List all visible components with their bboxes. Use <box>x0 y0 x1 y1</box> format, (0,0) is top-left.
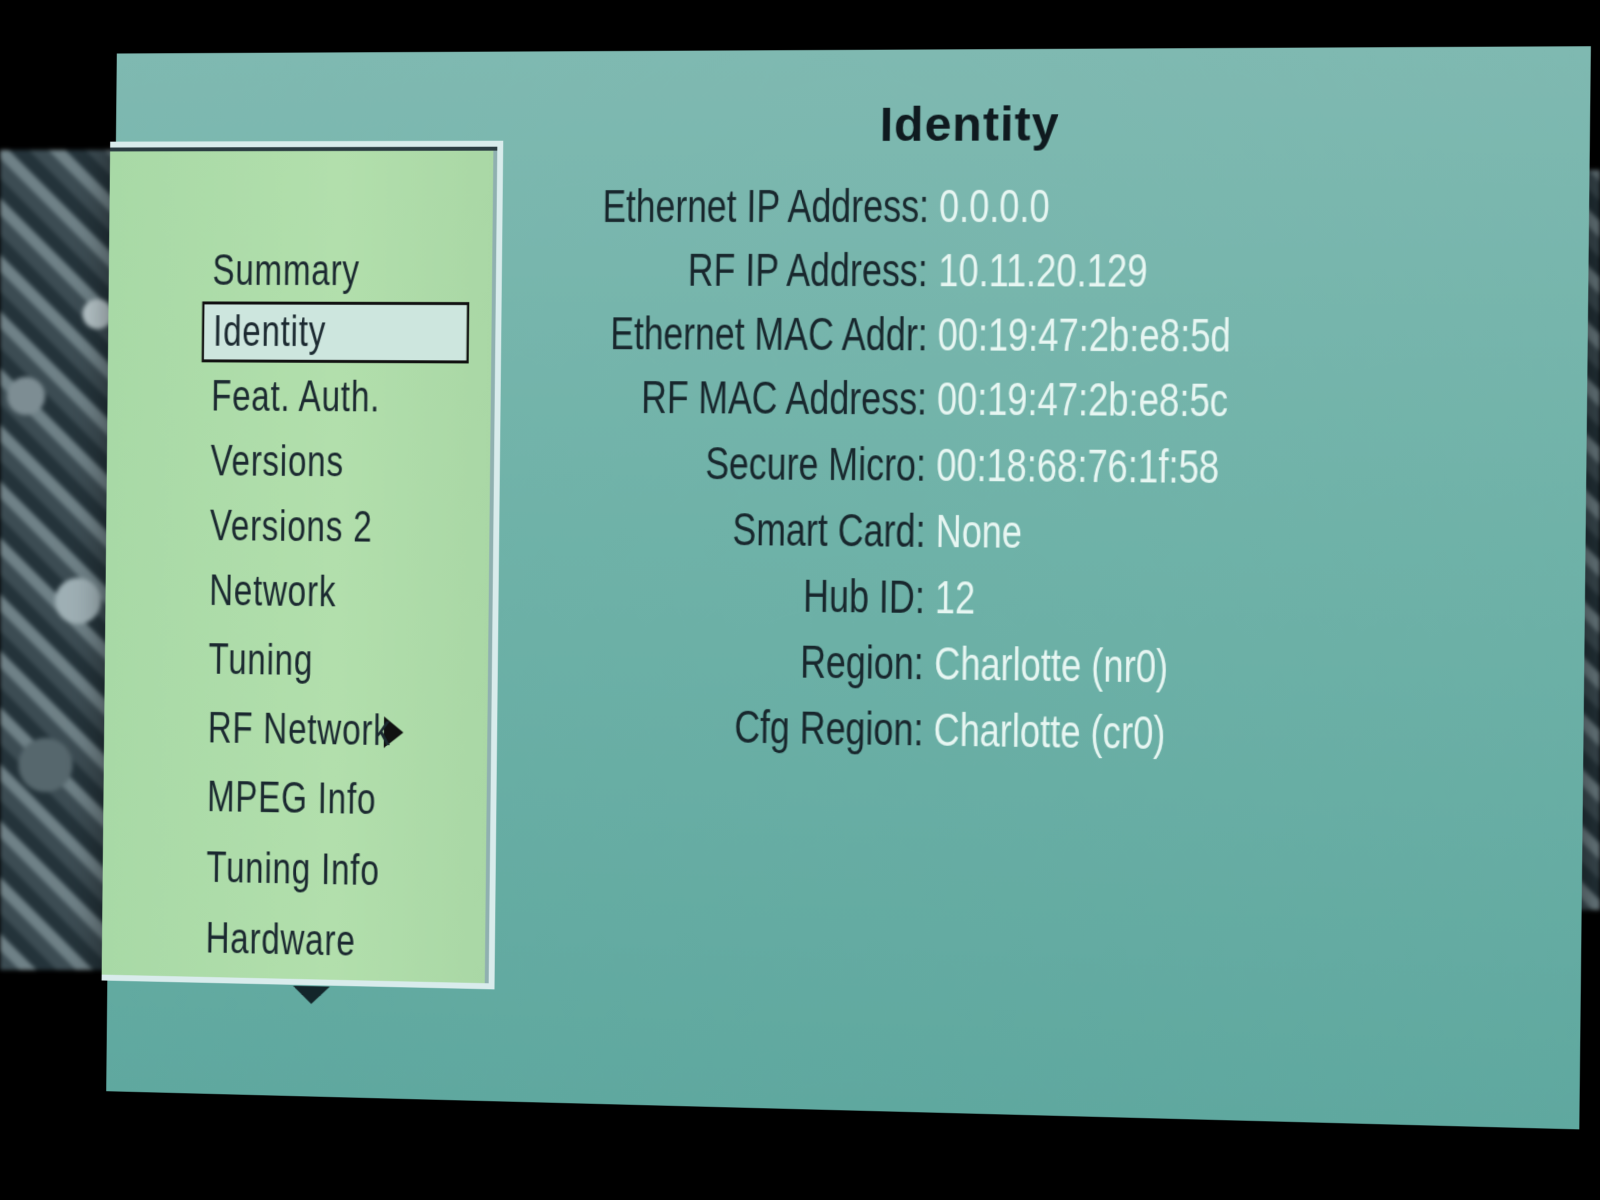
info-label: RF IP Address: <box>688 240 929 300</box>
info-row-hub-id: Hub ID: 12 <box>518 563 1487 634</box>
info-label: Secure Micro: <box>705 433 926 495</box>
menu-item-versions[interactable]: Versions <box>210 434 344 490</box>
info-value: 00:18:68:76:1f:58 <box>936 435 1220 497</box>
info-label: Hub ID: <box>803 566 925 627</box>
info-label: Cfg Region: <box>734 697 924 760</box>
menu-item-rf-network[interactable]: RF Network <box>208 701 391 759</box>
triangle-down-icon[interactable] <box>293 986 330 1005</box>
info-value: Charlotte (cr0) <box>933 699 1166 763</box>
info-value: Charlotte (nr0) <box>934 633 1169 696</box>
info-row-ethernet-mac: Ethernet MAC Addr: 00:19:47:2b:e8:5d <box>521 303 1490 367</box>
info-value: 12 <box>935 567 976 628</box>
menu-item-network[interactable]: Network <box>209 564 336 620</box>
info-label: Ethernet MAC Addr: <box>610 303 928 364</box>
info-row-region: Region: Charlotte (nr0) <box>517 628 1486 701</box>
menu-item-summary[interactable]: Summary <box>212 244 360 299</box>
info-row-cfg-region: Cfg Region: Charlotte (cr0) <box>517 694 1485 769</box>
info-value: 00:19:47:2b:e8:5d <box>937 304 1231 365</box>
info-row-rf-mac: RF MAC Address: 00:19:47:2b:e8:5c <box>520 367 1489 432</box>
info-label: Ethernet IP Address: <box>602 176 929 236</box>
menu-item-identity[interactable]: Identity <box>204 304 467 360</box>
info-value: 0.0.0.0 <box>939 176 1050 236</box>
info-row-rf-ip: RF IP Address: 10.11.20.129 <box>521 240 1490 302</box>
info-label: Region: <box>800 632 924 694</box>
page-title: Identity <box>879 97 1059 153</box>
info-row-smart-card: Smart Card: None <box>519 497 1488 566</box>
info-value: None <box>935 501 1022 562</box>
menu-item-hardware[interactable]: Hardware <box>205 911 355 969</box>
diagnostics-screen: Summary Identity Feat. Auth. Versions Ve… <box>106 46 1591 1129</box>
menu-item-tuning[interactable]: Tuning <box>208 632 313 688</box>
diagnostics-menu: Summary Identity Feat. Auth. Versions Ve… <box>102 141 504 990</box>
menu-item-versions-2[interactable]: Versions 2 <box>210 499 373 556</box>
info-row-secure-micro: Secure Micro: 00:18:68:76:1f:58 <box>519 432 1488 499</box>
menu-item-feat-auth[interactable]: Feat. Auth. <box>211 369 380 425</box>
menu-item-tuning-info[interactable]: Tuning Info <box>206 840 380 898</box>
info-label: Smart Card: <box>732 499 926 561</box>
info-row-ethernet-ip: Ethernet IP Address: 0.0.0.0 <box>522 175 1491 236</box>
info-value: 10.11.20.129 <box>938 240 1148 301</box>
info-label: RF MAC Address: <box>641 367 928 428</box>
menu-item-mpeg-info[interactable]: MPEG Info <box>207 770 377 828</box>
info-value: 00:19:47:2b:e8:5c <box>937 368 1229 430</box>
